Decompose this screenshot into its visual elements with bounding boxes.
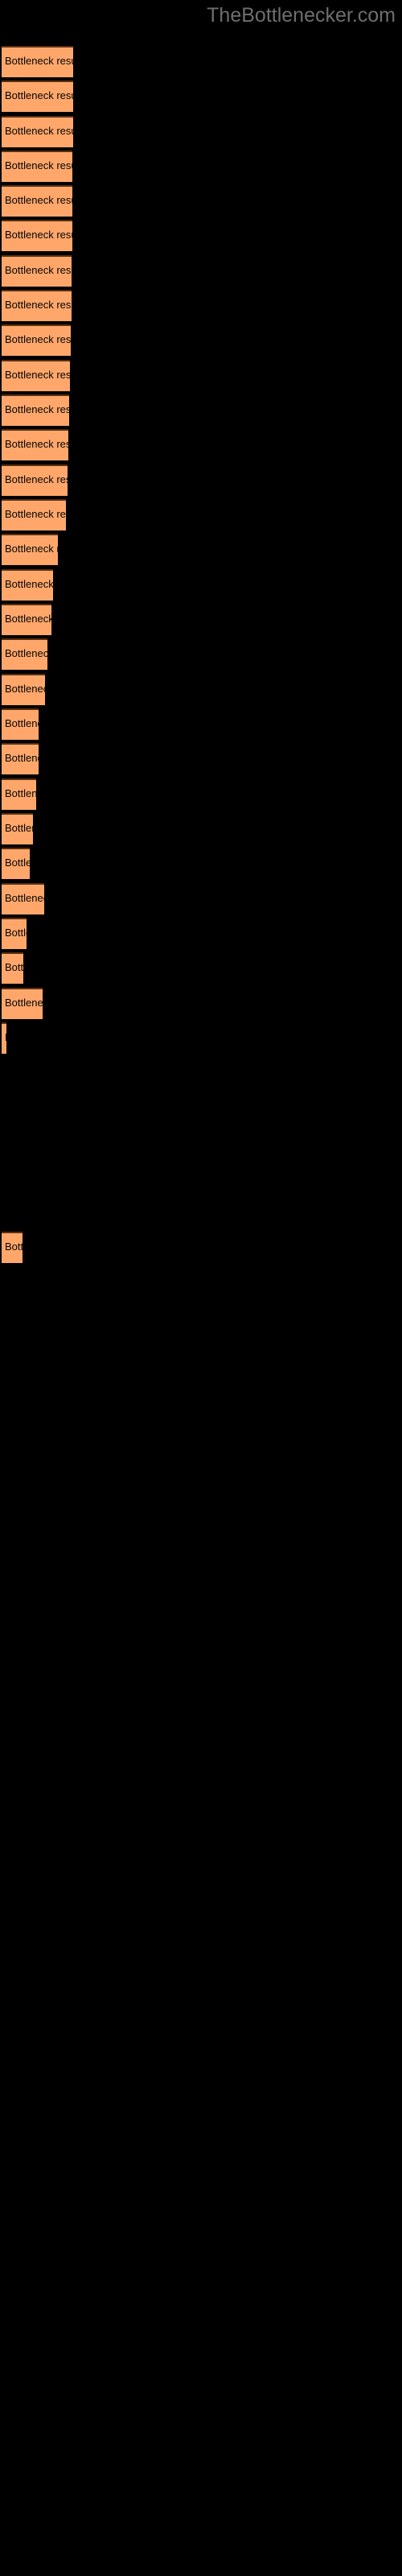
chart-bar[interactable]: Bottleneck result xyxy=(2,918,27,949)
chart-bar[interactable]: Bottleneck result xyxy=(2,813,33,844)
chart-bar[interactable]: Bottleneck result xyxy=(2,1022,6,1054)
chart-bar-label: Bottleneck result xyxy=(5,857,30,869)
chart-bar-label: Bottleneck result xyxy=(5,194,72,206)
chart-bar[interactable]: Bottleneck result xyxy=(2,46,73,77)
chart-bar[interactable]: Bottleneck result xyxy=(2,638,47,670)
chart-bar[interactable]: Bottleneck result xyxy=(2,778,36,810)
chart-bar[interactable]: Bottleneck result xyxy=(2,848,30,879)
chart-bar-label: Bottleneck result xyxy=(5,683,45,695)
chart-bar-label: Bottleneck result xyxy=(5,717,39,729)
bottleneck-chart-canvas: TheBottlenecker.com Bottleneck result Bot… xyxy=(0,0,402,2576)
chart-bar[interactable]: Bottleneck result xyxy=(2,499,66,530)
chart-bar[interactable]: Bottleneck result xyxy=(2,185,72,217)
chart-bar-label: Bottleneck result xyxy=(5,299,72,311)
chart-bar[interactable]: Bottleneck result xyxy=(2,569,53,601)
chart-bar[interactable]: Bottleneck result xyxy=(2,534,58,565)
chart-bar[interactable]: Bottleneck result xyxy=(2,116,73,147)
site-watermark: TheBottlenecker.com xyxy=(207,4,396,27)
chart-bar-label: Bottleneck result xyxy=(5,229,72,241)
chart-bar-label: Bottleneck result xyxy=(5,438,68,450)
chart-bar-label: Bottleneck result xyxy=(5,578,53,590)
chart-bar[interactable]: Bottleneck result xyxy=(2,1232,23,1263)
chart-bar-label: Bottleneck result xyxy=(5,125,73,137)
chart-bar[interactable]: Bottleneck result xyxy=(2,883,44,914)
chart-bar-label: Bottleneck result xyxy=(5,473,68,485)
chart-bar-label: Bottleneck result xyxy=(5,787,36,799)
chart-bar[interactable]: Bottleneck result xyxy=(2,220,72,251)
chart-bar-label: Bottleneck result xyxy=(5,508,66,520)
chart-bar-label: Bottleneck result xyxy=(5,369,70,381)
chart-bar-label: Bottleneck result xyxy=(5,403,69,415)
chart-bar-label: Bottleneck result xyxy=(5,333,71,345)
chart-bar[interactable]: Bottleneck result xyxy=(2,674,45,705)
chart-bar-label: Bottleneck result xyxy=(5,55,73,67)
chart-bar[interactable]: Bottleneck result xyxy=(2,429,68,460)
chart-bar[interactable]: Bottleneck result xyxy=(2,604,51,635)
chart-bar[interactable]: Bottleneck result xyxy=(2,151,72,182)
chart-bar-label: Bottleneck result xyxy=(5,613,51,625)
chart-bar-label: Bottleneck result xyxy=(5,1241,23,1253)
chart-bar-label: Bottleneck result xyxy=(5,543,58,555)
chart-bar-label: Bottleneck result xyxy=(5,927,27,939)
chart-bar[interactable]: Bottleneck result xyxy=(2,394,69,426)
chart-bar-label: Bottleneck result xyxy=(5,752,39,764)
chart-bar[interactable]: Bottleneck result xyxy=(2,80,73,112)
chart-bar-label: Bottleneck result xyxy=(5,264,72,276)
chart-bar[interactable]: Bottleneck result xyxy=(2,708,39,740)
chart-bar[interactable]: Bottleneck result xyxy=(2,952,23,984)
chart-bar-label: Bottleneck result xyxy=(5,159,72,171)
chart-bar[interactable]: Bottleneck result xyxy=(2,324,71,356)
chart-bar[interactable]: Bottleneck result xyxy=(2,743,39,774)
chart-bar[interactable]: Bottleneck result xyxy=(2,464,68,496)
chart-bar-label: Bottleneck result xyxy=(5,647,47,659)
chart-bar-label: Bottleneck result xyxy=(5,89,73,101)
chart-bar[interactable]: Bottleneck result xyxy=(2,255,72,287)
chart-bar-label: Bottleneck result xyxy=(5,892,44,904)
chart-bar[interactable]: Bottleneck result xyxy=(2,988,43,1019)
chart-bar[interactable]: Bottleneck result xyxy=(2,360,70,391)
chart-bar-label: Bottleneck result xyxy=(5,822,33,834)
chart-bar-label: Bottleneck result xyxy=(5,1031,6,1044)
chart-bar-label: Bottleneck result xyxy=(5,961,23,973)
chart-bar[interactable]: Bottleneck result xyxy=(2,290,72,321)
chart-bar-label: Bottleneck result xyxy=(5,997,43,1009)
